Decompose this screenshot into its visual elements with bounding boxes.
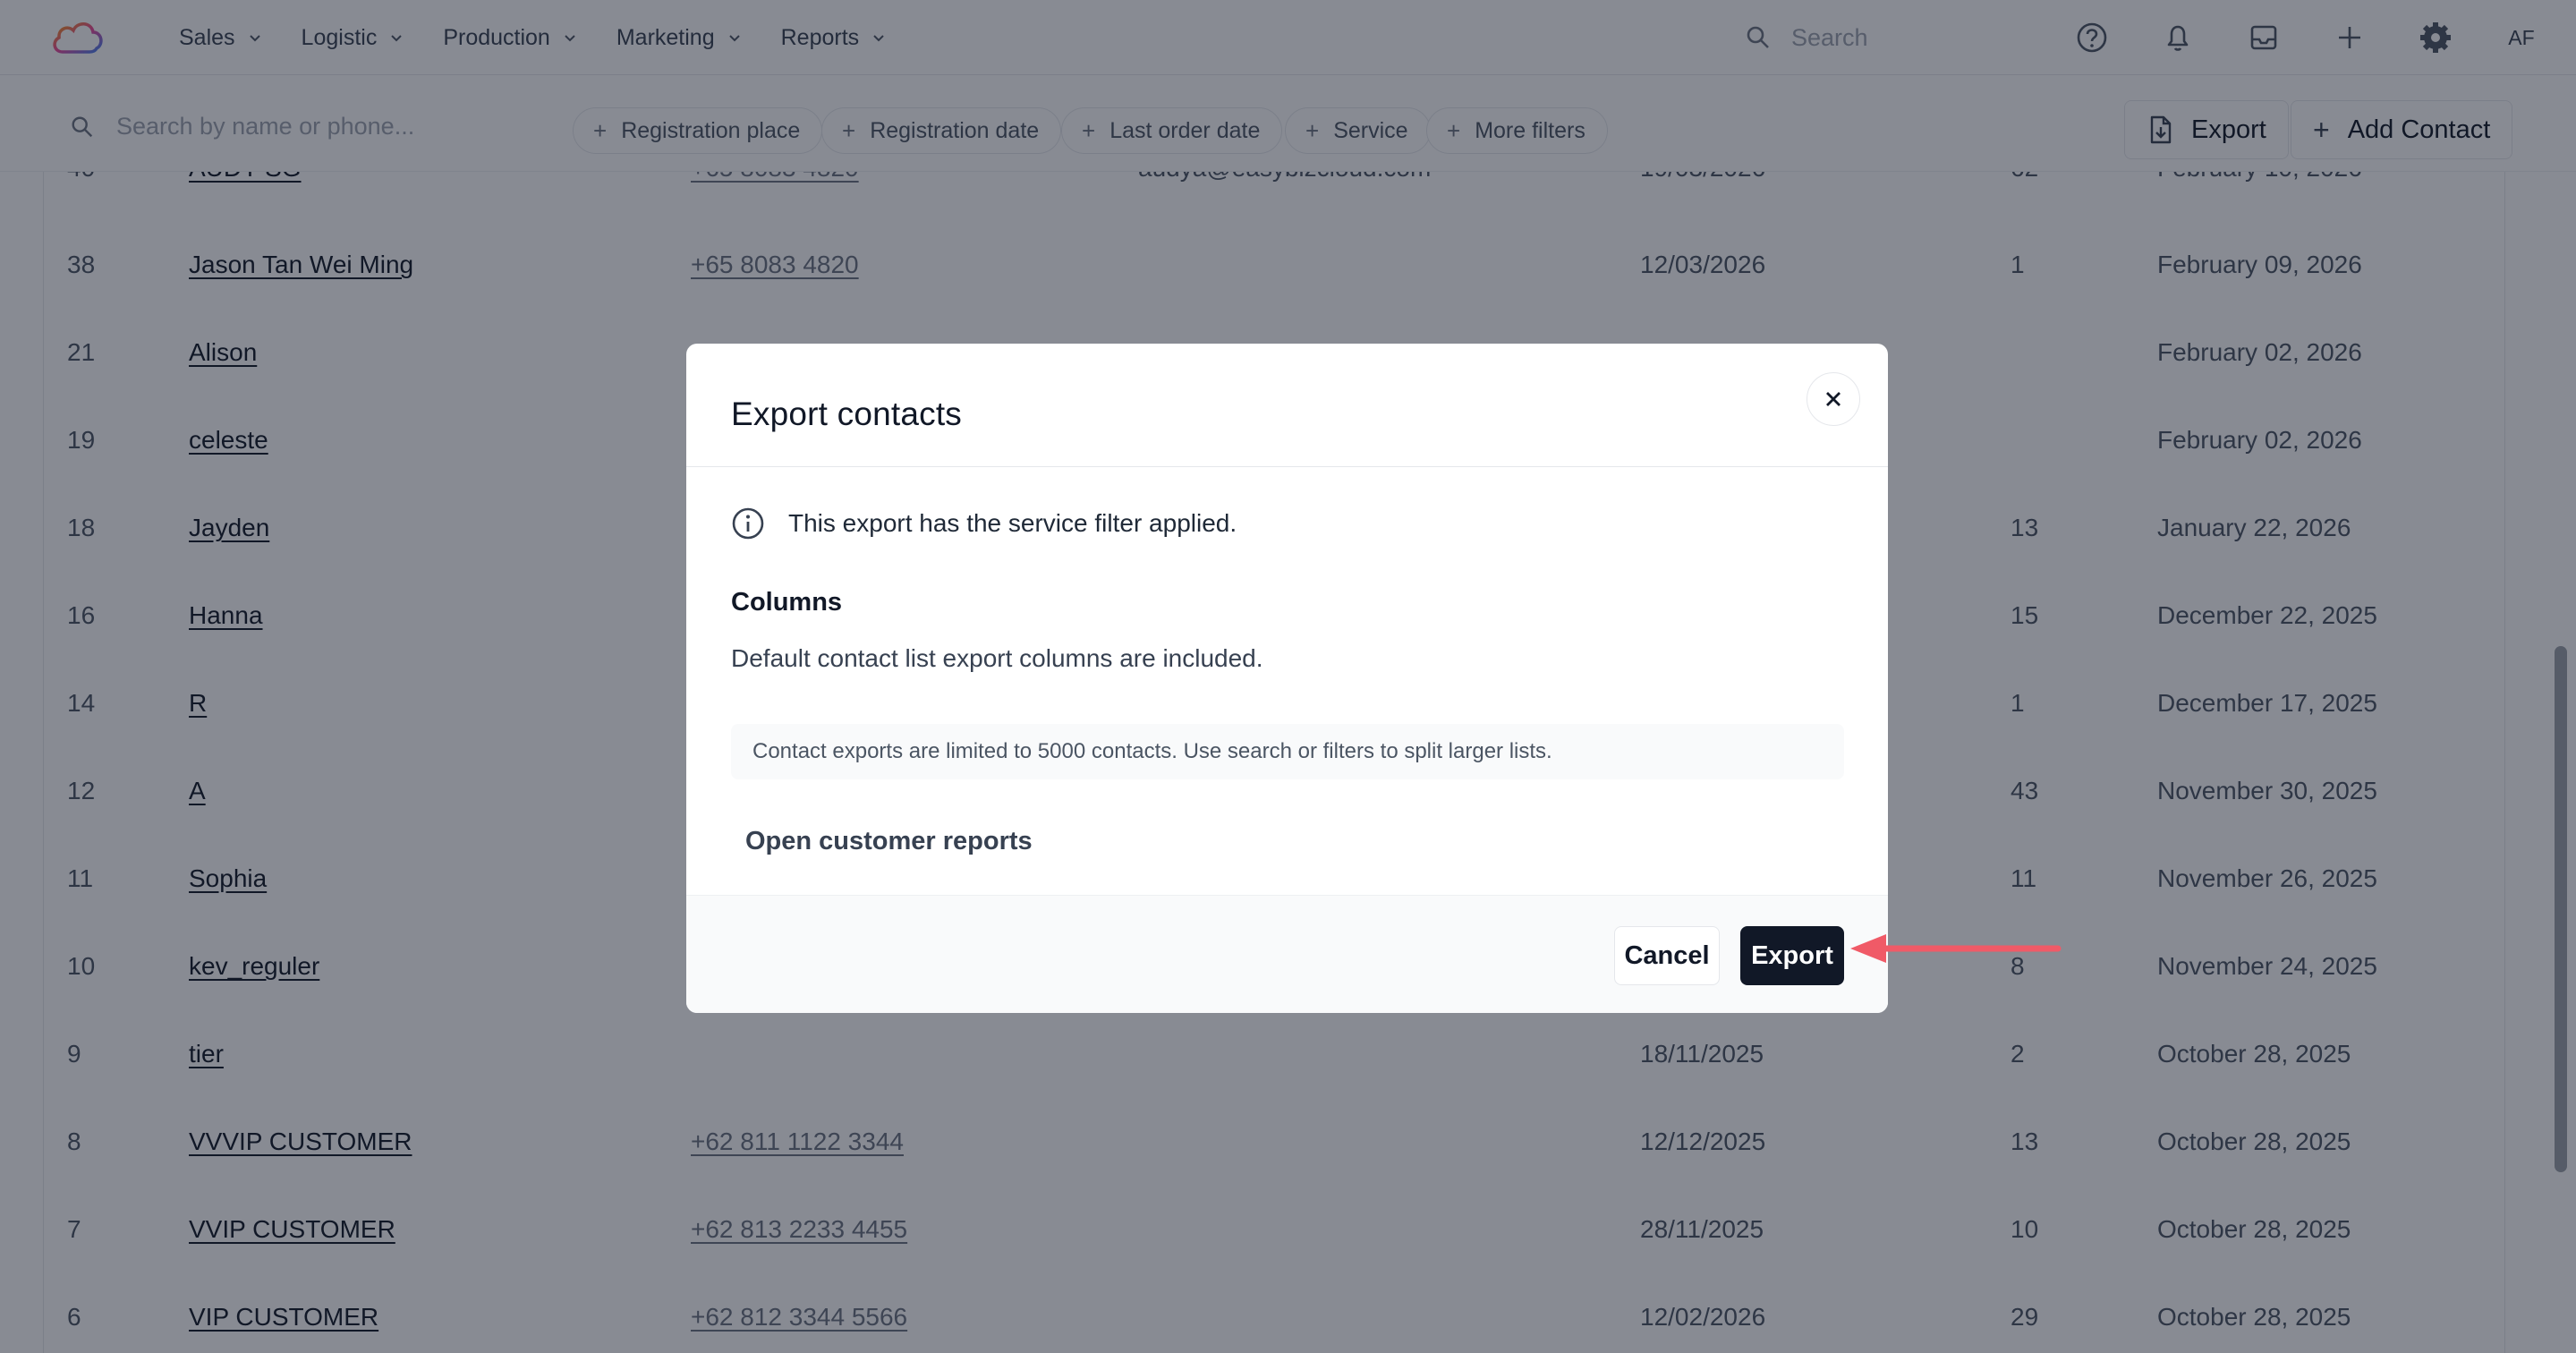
export-confirm-button[interactable]: Export <box>1740 926 1844 985</box>
export-limit-note: Contact exports are limited to 5000 cont… <box>731 724 1844 779</box>
info-icon <box>732 507 764 540</box>
export-limit-text: Contact exports are limited to 5000 cont… <box>752 739 1552 763</box>
dialog-footer: Cancel Export <box>686 895 1888 1013</box>
close-icon <box>1826 392 1841 406</box>
filter-info-text: This export has the service filter appli… <box>788 509 1237 537</box>
export-contacts-dialog: Export contacts This export has the serv… <box>686 344 1888 1013</box>
contacts-app: Sales Logistic Production Marketing Repo… <box>0 0 2576 1353</box>
annotation-arrow-icon <box>1850 934 2062 963</box>
dialog-title: Export contacts <box>731 396 963 432</box>
close-dialog-button[interactable] <box>1807 372 1860 426</box>
open-customer-reports-link[interactable]: Open customer reports <box>745 827 1033 856</box>
columns-heading: Columns <box>731 588 843 617</box>
columns-description: Default contact list export columns are … <box>731 644 1263 672</box>
dialog-header: Export contacts <box>686 344 1888 467</box>
cancel-button[interactable]: Cancel <box>1614 926 1720 985</box>
filter-info-notice: This export has the service filter appli… <box>731 506 1237 540</box>
